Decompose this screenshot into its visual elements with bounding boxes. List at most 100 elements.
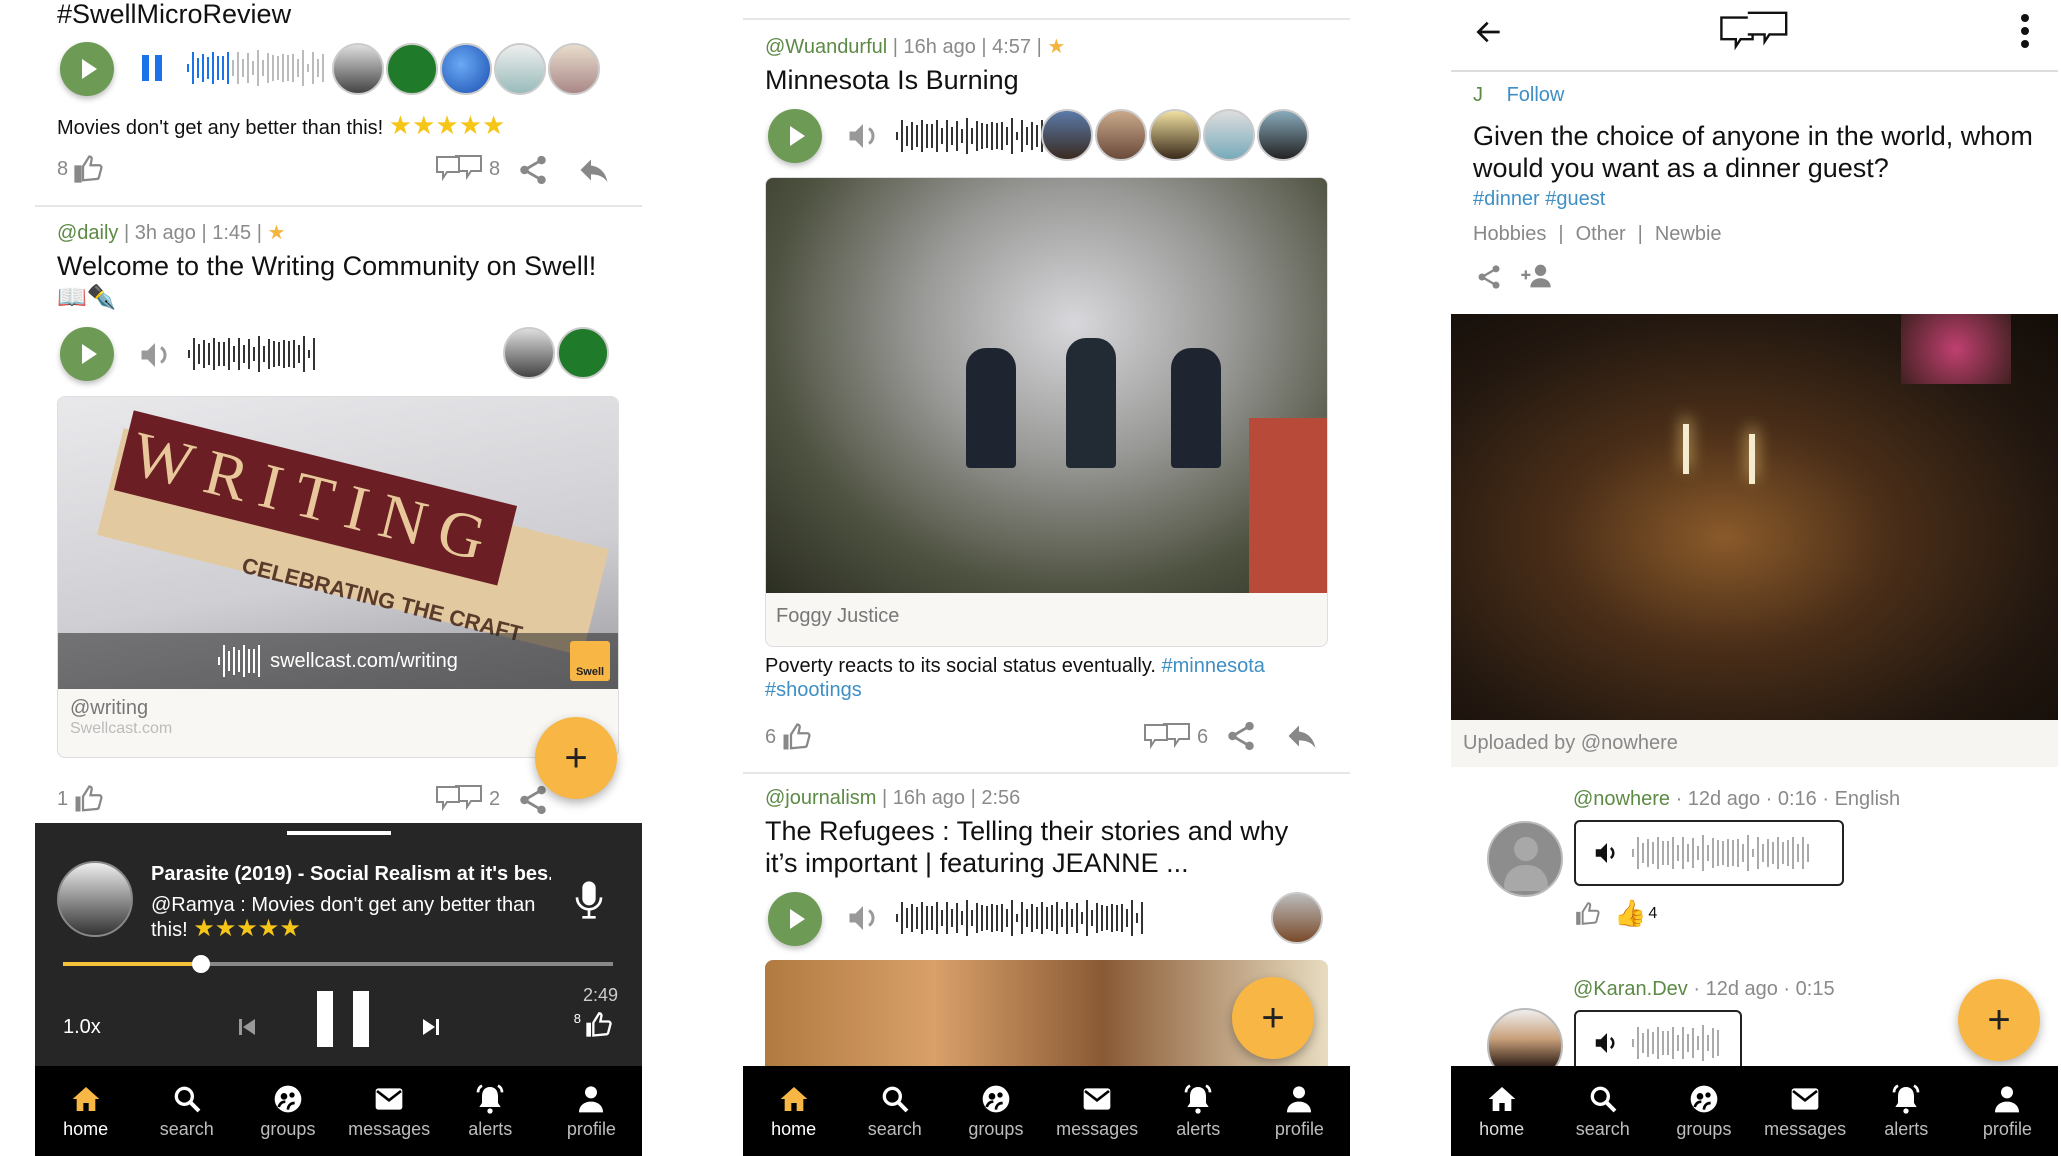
avatar[interactable] — [503, 327, 555, 379]
share-icon[interactable] — [516, 782, 550, 818]
drag-handle[interactable] — [287, 831, 391, 835]
avatar[interactable] — [332, 43, 384, 95]
more-menu-icon[interactable] — [2021, 14, 2029, 48]
back-arrow-icon[interactable] — [1473, 16, 1505, 48]
nav-groups[interactable]: groups — [237, 1066, 338, 1156]
share-icon[interactable] — [1224, 718, 1258, 754]
share-icon[interactable] — [1475, 262, 1503, 292]
previous-icon[interactable] — [235, 1013, 259, 1041]
reply-icon[interactable] — [575, 152, 613, 188]
add-button[interactable]: + — [1232, 977, 1314, 1059]
follow-button[interactable]: Follow — [1507, 84, 1565, 106]
avatar[interactable] — [386, 43, 438, 95]
nav-messages[interactable]: messages — [1047, 1066, 1148, 1156]
nav-profile[interactable]: profile — [1249, 1066, 1350, 1156]
avatar[interactable] — [1257, 109, 1309, 161]
like-button[interactable]: 6 — [765, 722, 812, 752]
nav-search[interactable]: search — [136, 1066, 237, 1156]
post-title[interactable]: #SwellMicroReview — [57, 0, 291, 30]
nav-alerts[interactable]: alerts — [1148, 1066, 1249, 1156]
next-icon[interactable] — [419, 1013, 443, 1041]
avatar[interactable] — [1203, 109, 1255, 161]
avatar[interactable] — [1095, 109, 1147, 161]
category[interactable]: Hobbies — [1473, 223, 1546, 246]
post-author[interactable]: @daily — [57, 222, 118, 244]
waveform[interactable] — [187, 48, 324, 88]
comments-button[interactable]: 2 — [435, 784, 500, 814]
nav-profile[interactable]: profile — [1957, 1066, 2058, 1156]
post-author[interactable]: @journalism — [765, 787, 876, 809]
avatar[interactable] — [1041, 109, 1093, 161]
nav-home[interactable]: home — [35, 1066, 136, 1156]
volume-icon[interactable] — [843, 900, 883, 936]
audio-reply-player[interactable] — [1574, 820, 1844, 886]
avatar[interactable] — [557, 327, 609, 379]
card-url[interactable]: swellcast.com/writing — [270, 650, 458, 673]
nav-messages[interactable]: messages — [1755, 1066, 1856, 1156]
player-like-button[interactable]: 8 — [574, 1011, 612, 1039]
reply-icon[interactable] — [1283, 718, 1321, 754]
reply-author[interactable]: @Karan.Dev — [1573, 978, 1688, 1000]
nav-home[interactable]: home — [1451, 1066, 1552, 1156]
swell-logo-icon[interactable] — [1719, 10, 1791, 54]
nav-search[interactable]: search — [844, 1066, 945, 1156]
avatar[interactable] — [1271, 892, 1323, 944]
avatar[interactable] — [494, 43, 546, 95]
play-button[interactable] — [60, 42, 114, 96]
play-button[interactable] — [768, 892, 822, 946]
post-author[interactable]: @Wuandurful — [765, 36, 887, 58]
nav-home[interactable]: home — [743, 1066, 844, 1156]
question-image[interactable] — [1451, 314, 2058, 720]
post-title[interactable]: Minnesota Is Burning — [765, 64, 1019, 96]
progress-knob[interactable] — [191, 955, 210, 973]
playback-speed[interactable]: 1.0x — [63, 1016, 101, 1039]
nav-alerts[interactable]: alerts — [1856, 1066, 1957, 1156]
like-button[interactable]: 8 — [57, 154, 104, 184]
thumbs-up-emoji[interactable]: 👍 — [1614, 898, 1646, 929]
category[interactable]: Newbie — [1655, 223, 1722, 246]
comments-button[interactable]: 8 — [435, 154, 500, 184]
reply-author[interactable]: @nowhere — [1573, 788, 1670, 810]
post-title[interactable]: Welcome to the Writing Community on Swel… — [57, 250, 596, 282]
link-card[interactable]: WRITING CELEBRATING THE CRAFT swellcast.… — [57, 396, 619, 758]
player-avatar[interactable] — [57, 861, 133, 937]
nav-alerts[interactable]: alerts — [440, 1066, 541, 1156]
progress-track[interactable] — [63, 955, 613, 973]
hashtag[interactable]: #minnesota — [1161, 655, 1264, 677]
nav-groups[interactable]: groups — [945, 1066, 1046, 1156]
author-name[interactable]: J — [1473, 84, 1483, 106]
pause-button[interactable] — [317, 991, 369, 1047]
hashtags[interactable]: #dinner #guest — [1473, 188, 1605, 211]
add-button[interactable]: + — [1958, 979, 2040, 1061]
thumbs-up-icon[interactable] — [1574, 901, 1600, 927]
image-card[interactable]: Foggy Justice — [765, 177, 1328, 647]
comments-button[interactable]: 6 — [1143, 722, 1208, 752]
player-title[interactable]: Parasite (2019) - Social Realism at it's… — [151, 863, 551, 886]
add-button[interactable]: + — [535, 717, 617, 799]
avatar[interactable] — [548, 43, 600, 95]
post-title[interactable]: The Refugees : Telling their stories and… — [765, 815, 1325, 879]
hashtag[interactable]: #shootings — [765, 679, 862, 701]
volume-icon[interactable] — [843, 118, 883, 154]
waveform[interactable] — [896, 898, 1143, 938]
nav-groups[interactable]: groups — [1653, 1066, 1754, 1156]
waveform[interactable] — [188, 334, 315, 374]
add-person-icon[interactable] — [1519, 262, 1553, 290]
microphone-icon[interactable] — [573, 878, 605, 922]
nav-profile[interactable]: profile — [541, 1066, 642, 1156]
waveform-bar — [1657, 837, 1659, 869]
player-user[interactable]: @Ramya : — [151, 894, 246, 916]
category[interactable]: Other — [1576, 223, 1626, 246]
nav-messages[interactable]: messages — [339, 1066, 440, 1156]
default-avatar[interactable] — [1487, 821, 1563, 897]
share-icon[interactable] — [516, 152, 550, 188]
avatar[interactable] — [440, 43, 492, 95]
play-button[interactable] — [768, 109, 822, 163]
like-button[interactable]: 1 — [57, 784, 104, 814]
avatar[interactable] — [1149, 109, 1201, 161]
pause-icon[interactable] — [142, 55, 162, 81]
nav-search[interactable]: search — [1552, 1066, 1653, 1156]
play-button[interactable] — [60, 327, 114, 381]
volume-icon[interactable] — [135, 337, 175, 373]
waveform[interactable] — [896, 116, 1063, 156]
